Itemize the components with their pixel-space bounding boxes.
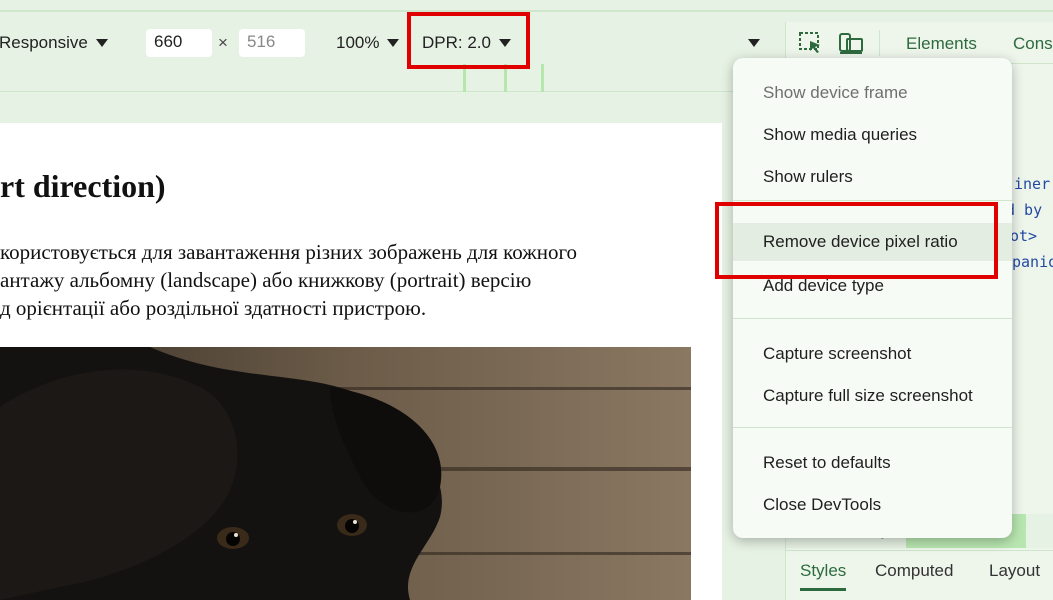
remove-dpr-highlight-box <box>715 202 998 279</box>
zoom-label: 100% <box>336 33 380 52</box>
window-top-strip <box>0 0 1053 12</box>
tab-console[interactable]: Cons <box>1013 34 1053 54</box>
page-viewport: rt direction) користовується для заванта… <box>0 123 722 600</box>
height-input[interactable]: 516 <box>239 29 305 57</box>
tab-computed[interactable]: Computed <box>875 561 953 581</box>
toolbar-divider <box>879 30 880 56</box>
styles-tab-bar: Styles Computed Layout <box>786 550 1053 591</box>
media-query-marker[interactable] <box>541 64 544 92</box>
tab-styles[interactable]: Styles <box>800 561 847 591</box>
paragraph-line: д орієнтації або роздільної здатності пр… <box>0 296 427 320</box>
menu-item-reset-to-defaults[interactable]: Reset to defaults <box>733 444 1012 482</box>
device-options-menu: Show device frame Show media queries Sho… <box>733 58 1012 538</box>
menu-item-show-device-frame[interactable]: Show device frame <box>733 74 1012 112</box>
menu-item-close-devtools[interactable]: Close DevTools <box>733 486 1012 524</box>
code-line: iner <box>1014 175 1051 193</box>
ruler-bar <box>0 93 785 123</box>
paragraph-line: користовується для завантаження різних з… <box>0 240 578 264</box>
chevron-down-icon <box>387 39 400 47</box>
puppy-photo <box>0 347 691 600</box>
code-line: panio <box>1012 253 1053 271</box>
page-heading: rt direction) <box>0 168 166 204</box>
device-select[interactable]: Responsive <box>0 22 108 64</box>
inspect-element-icon[interactable] <box>798 31 824 55</box>
chevron-down-icon <box>748 39 760 47</box>
device-label: Responsive <box>0 33 88 52</box>
device-toolbar-toggle-icon[interactable] <box>838 31 864 55</box>
zoom-select[interactable]: 100% <box>336 22 400 64</box>
menu-separator <box>733 200 1012 201</box>
puppy-illustration <box>0 347 691 600</box>
menu-separator <box>733 427 1012 428</box>
menu-item-show-media-queries[interactable]: Show media queries <box>733 116 1012 154</box>
chevron-down-icon <box>95 39 108 47</box>
menu-item-capture-screenshot[interactable]: Capture screenshot <box>733 335 1012 373</box>
media-query-bar <box>0 64 785 92</box>
menu-separator <box>733 318 1012 319</box>
tab-layout[interactable]: Layout <box>989 561 1040 581</box>
code-line: ot> <box>1010 227 1038 245</box>
page-paragraph: користовується для завантаження різних з… <box>0 238 700 322</box>
device-toolbar: Responsive 660 × 516 100% DPR: 2.0 <box>0 22 785 64</box>
paragraph-line: антажу альбомну (landscape) або книжкову… <box>0 268 532 292</box>
menu-item-show-rulers[interactable]: Show rulers <box>733 158 1012 196</box>
width-input[interactable]: 660 <box>146 29 212 57</box>
dpr-highlight-box <box>407 12 530 69</box>
tab-elements[interactable]: Elements <box>906 34 977 54</box>
dimension-separator: × <box>218 33 228 52</box>
menu-item-capture-full-size-screenshot[interactable]: Capture full size screenshot <box>733 377 1012 415</box>
